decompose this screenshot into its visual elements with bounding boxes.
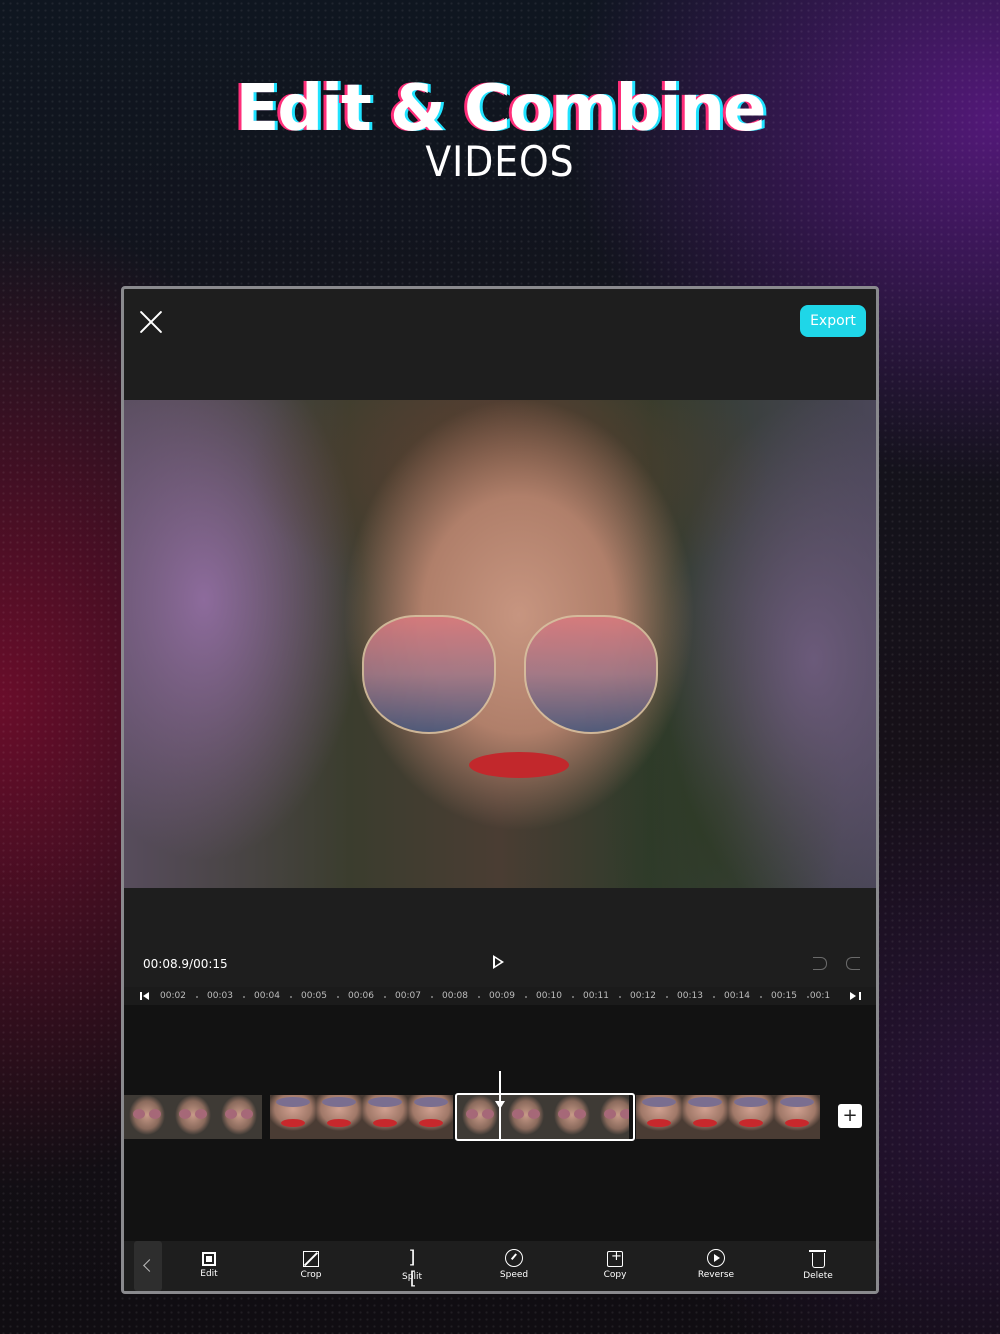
crop-tool-label: Crop (300, 1270, 322, 1280)
edit-toolbar: Edit Crop Split Speed Copy Reverse Delet… (124, 1241, 876, 1291)
timeline[interactable]: 00:02 00:03 00:04 00:05 00:06 00:07 00:0… (124, 987, 876, 1241)
ruler-tick: 00:15 (771, 991, 797, 1001)
clip-thumbnail (216, 1095, 262, 1139)
ruler-dot (431, 996, 433, 998)
ruler-dot (525, 996, 527, 998)
ruler-dot (713, 996, 715, 998)
close-icon[interactable] (138, 309, 164, 335)
clip-1[interactable] (124, 1095, 266, 1139)
clip-2[interactable] (270, 1095, 453, 1139)
clip-thumbnail (682, 1095, 728, 1139)
ruler-dot (666, 996, 668, 998)
jump-to-start-icon[interactable] (140, 992, 151, 1000)
ruler-tick: 00:12 (630, 991, 656, 1001)
add-clip-button[interactable]: + (838, 1104, 862, 1128)
clip-thumbnail (636, 1095, 682, 1139)
lips (469, 752, 569, 778)
copy-icon (607, 1249, 623, 1267)
ruler-tick: 00:13 (677, 991, 703, 1001)
export-button[interactable]: Export (800, 305, 866, 337)
ruler-tick: 00:03 (207, 991, 233, 1001)
redo-icon[interactable] (846, 957, 860, 970)
promo-headline: Edit & Combine VIDEOS (0, 70, 1000, 184)
ruler-tick: 00:1 (809, 991, 831, 1001)
ruler-tick: 00:04 (254, 991, 280, 1001)
ruler-tick: 00:09 (489, 991, 515, 1001)
reverse-icon (707, 1249, 725, 1267)
ruler-dot (196, 996, 198, 998)
reverse-tool-label: Reverse (697, 1270, 735, 1280)
undo-icon[interactable] (813, 957, 827, 970)
edit-tool-label: Edit (200, 1269, 218, 1279)
ruler-dot (760, 996, 762, 998)
ruler-tick: 00:05 (301, 991, 327, 1001)
sunglasses-left-lens (362, 615, 496, 734)
ruler-dot (807, 996, 809, 998)
clip-thumbnail (170, 1095, 216, 1139)
ruler-dot (243, 996, 245, 998)
editor-window: Export 00:08.9/00:15 00:02 00:03 00:04 0… (121, 286, 879, 1294)
clip-thumbnail (124, 1095, 170, 1139)
jump-to-end-icon[interactable] (850, 992, 861, 1000)
ruler-dot (572, 996, 574, 998)
clip-thumbnail (774, 1095, 820, 1139)
ruler-tick: 00:11 (583, 991, 609, 1001)
trash-icon (808, 1250, 826, 1268)
edit-icon (202, 1252, 216, 1266)
back-button[interactable] (134, 1241, 162, 1291)
clip-thumbnail (270, 1095, 316, 1139)
ruler-dot (337, 996, 339, 998)
ruler-tick: 00:14 (724, 991, 750, 1001)
crop-icon (303, 1251, 319, 1267)
reverse-tool-button[interactable]: Reverse (686, 1249, 746, 1280)
time-display: 00:08.9/00:15 (143, 957, 228, 971)
ruler-tick: 00:06 (348, 991, 374, 1001)
delete-tool-button[interactable]: Delete (788, 1249, 848, 1281)
ruler-tick: 00:08 (442, 991, 468, 1001)
headline-subtitle: VIDEOS (425, 137, 575, 186)
ruler-dot (619, 996, 621, 998)
playhead-marker-icon (495, 1101, 505, 1109)
play-icon[interactable] (493, 955, 504, 969)
player-controls: 00:08.9/00:15 (124, 944, 876, 984)
crop-tool-button[interactable]: Crop (281, 1249, 341, 1280)
speed-tool-label: Speed (499, 1270, 529, 1280)
split-tool-button[interactable]: Split (382, 1247, 442, 1289)
clip-thumbnail (362, 1095, 408, 1139)
ruler-tick: 00:10 (536, 991, 562, 1001)
ruler-dot (478, 996, 480, 998)
ruler-tick: 00:07 (395, 991, 421, 1001)
ruler-dot (290, 996, 292, 998)
sunglasses-right-lens (524, 615, 658, 734)
clip-thumbnail (728, 1095, 774, 1139)
video-preview[interactable] (124, 400, 876, 888)
clip-thumbnail (408, 1095, 453, 1139)
ruler-dot (384, 996, 386, 998)
ruler-tick: 00:02 (160, 991, 186, 1001)
selected-clip-frame[interactable] (455, 1093, 635, 1141)
edit-tool-button[interactable]: Edit (179, 1249, 239, 1279)
speed-icon (505, 1249, 523, 1267)
speed-tool-button[interactable]: Speed (484, 1249, 544, 1280)
split-icon (402, 1247, 422, 1289)
delete-tool-label: Delete (803, 1271, 833, 1281)
time-ruler: 00:02 00:03 00:04 00:05 00:06 00:07 00:0… (124, 987, 876, 1005)
copy-tool-label: Copy (603, 1270, 627, 1280)
copy-tool-button[interactable]: Copy (585, 1249, 645, 1280)
clip-thumbnail (316, 1095, 362, 1139)
clip-4[interactable] (636, 1095, 821, 1139)
